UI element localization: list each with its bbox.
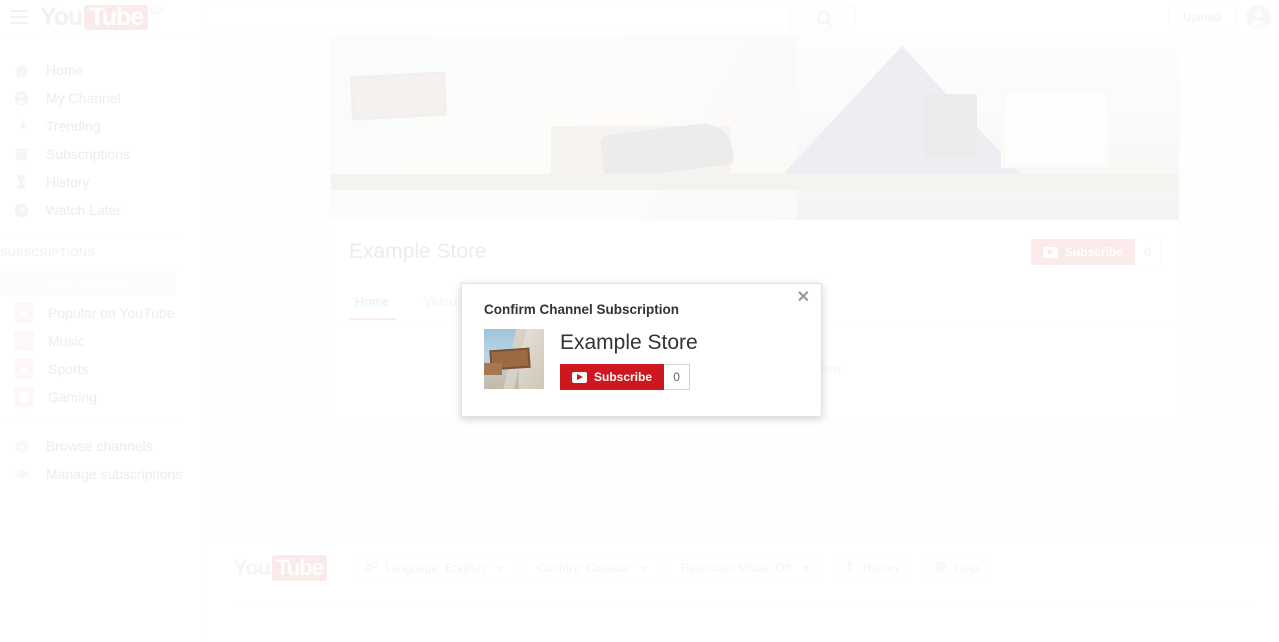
search-area — [205, 4, 856, 31]
page-title: Example Store — [349, 240, 487, 263]
sidebar-channel-label: Gaming — [48, 389, 98, 405]
sidebar-item-label: History — [46, 174, 90, 190]
search-icon — [816, 11, 830, 24]
sidebar-channel-music[interactable]: ♫ Music — [14, 327, 183, 355]
chevron-down-icon — [495, 565, 504, 571]
sidebar-channel-popular[interactable]: ▶ Popular on YouTube — [14, 299, 183, 327]
sidebar-item-label: Trending — [46, 118, 101, 134]
masthead: You Tube CA Upload — [0, 0, 1279, 35]
sidebar-item-trending[interactable]: Trending — [0, 112, 203, 140]
sidebar-divider — [0, 236, 183, 237]
logo-country-text: CA — [150, 5, 165, 17]
play-icon — [572, 371, 587, 383]
sidebar-channel-label: Sports — [48, 361, 89, 377]
add-channels-button[interactable]: Add channels — [0, 270, 176, 295]
sidebar-item-label: Home — [46, 62, 84, 78]
sidebar-item-manage-subscriptions[interactable]: Manage subscriptions — [0, 460, 203, 488]
hourglass-icon — [10, 171, 32, 193]
sidebar-channel-label: Music — [48, 333, 85, 349]
close-icon[interactable]: ✕ — [797, 290, 810, 306]
chevron-down-icon — [639, 565, 647, 571]
home-icon — [10, 59, 32, 81]
channel-banner — [331, 36, 1179, 220]
footer-logo-tube: Tube — [271, 555, 327, 581]
search-input[interactable] — [205, 4, 791, 31]
inbox-icon — [10, 143, 32, 165]
flame-icon — [10, 115, 32, 137]
gear-icon — [10, 463, 32, 485]
subscriber-count: 0 — [1135, 239, 1161, 265]
sidebar-item-subscriptions[interactable]: Subscriptions — [0, 140, 203, 168]
avatar[interactable] — [1246, 4, 1271, 30]
modal-subscribe-group: Subscribe 0 — [560, 364, 698, 390]
footer-logo-you: You — [233, 555, 271, 580]
upload-button[interactable]: Upload — [1167, 4, 1236, 30]
account-circle-icon — [10, 87, 32, 109]
footer-button-label: Country: Canada — [537, 561, 628, 575]
footer-button-label: Language: English — [384, 561, 485, 575]
modal-title: Confirm Channel Subscription — [484, 302, 680, 317]
help-circle-icon: ? — [934, 560, 947, 576]
language-icon — [364, 560, 378, 576]
sidebar-item-label: Subscriptions — [46, 146, 131, 162]
channel-thumbnail — [484, 329, 544, 389]
footer-button-label: Restricted Mode: Off — [681, 561, 791, 575]
hourglass-icon — [844, 560, 856, 576]
sidebar-channel-gaming[interactable]: ⬤ Gaming — [14, 383, 183, 411]
modal-channel-name: Example Store — [560, 331, 698, 354]
footer-row: You Tube Language: English Country: Cana… — [205, 538, 1279, 598]
trophy-thumb-icon: ♜ — [14, 359, 34, 379]
modal-subscribe-button[interactable]: Subscribe — [560, 364, 665, 390]
footer-button-label: Help — [954, 561, 979, 575]
play-icon — [1042, 246, 1058, 258]
chevron-down-icon — [801, 565, 810, 571]
footer-history-button[interactable]: History — [832, 555, 912, 581]
tab-home[interactable]: Home — [349, 284, 396, 320]
hamburger-icon[interactable] — [10, 10, 28, 24]
modal-body: Example Store Subscribe 0 — [462, 317, 821, 390]
footer-restricted-mode-button[interactable]: Restricted Mode: Off — [670, 555, 821, 581]
footer-country-button[interactable]: Country: Canada — [526, 555, 658, 581]
sidebar-item-browse-channels[interactable]: Browse channels — [0, 432, 203, 460]
footer: You Tube Language: English Country: Cana… — [205, 537, 1279, 642]
sidebar-item-watch-later[interactable]: Watch Later — [0, 196, 203, 224]
modal-channel-info: Example Store Subscribe 0 — [560, 329, 698, 390]
logo-you-text: You — [40, 2, 83, 31]
sidebar-item-label: Manage subscriptions — [46, 466, 183, 482]
sidebar-channel-sports[interactable]: ♜ Sports — [14, 355, 183, 383]
modal-subscribe-label: Subscribe — [594, 370, 653, 384]
svg-text:?: ? — [939, 564, 943, 571]
confirm-subscription-modal: ✕ Confirm Channel Subscription Example S… — [461, 283, 822, 417]
youtube-channel-page: You Tube CA Upload Home My Channel Trend… — [0, 0, 1279, 642]
clock-icon — [10, 199, 32, 221]
footer-language-button[interactable]: Language: English — [352, 555, 515, 581]
sidebar-item-label: Browse channels — [46, 438, 153, 454]
gamepad-thumb-icon: ⬤ — [14, 387, 34, 407]
sidebar-item-label: Watch Later — [46, 202, 121, 218]
footer-youtube-logo[interactable]: You Tube — [233, 555, 327, 581]
modal-subscriber-count: 0 — [664, 364, 691, 390]
header-actions: Upload — [1167, 4, 1271, 30]
sidebar-item-home[interactable]: Home — [0, 56, 203, 84]
footer-help-button[interactable]: ? Help — [923, 555, 990, 581]
search-button[interactable] — [791, 4, 856, 31]
sidebar-item-my-channel[interactable]: My Channel — [0, 84, 203, 112]
subscriptions-heading: SUBSCRIPTIONS — [0, 247, 96, 259]
channel-subscribe-group: Subscribe 0 — [1030, 239, 1161, 265]
logo-tube-text: Tube — [84, 4, 149, 30]
plus-circle-icon — [10, 435, 32, 457]
footer-button-label: History — [862, 561, 901, 575]
channel-header-row: Example Store Subscribe 0 — [331, 220, 1179, 284]
footer-divider — [233, 600, 1251, 601]
sidebar-item-label: My Channel — [46, 90, 121, 106]
subscribe-button-label: Subscribe — [1064, 245, 1123, 259]
youtube-logo[interactable]: You Tube CA — [40, 2, 165, 31]
popular-thumb-icon: ▶ — [14, 303, 34, 323]
sidebar-item-history[interactable]: History — [0, 168, 203, 196]
sidebar-channel-label: Popular on YouTube — [48, 305, 175, 321]
subscribe-button[interactable]: Subscribe — [1030, 239, 1135, 265]
sidebar: Home My Channel Trending Subscriptions H… — [0, 36, 204, 642]
headphones-thumb-icon: ♫ — [14, 331, 34, 351]
